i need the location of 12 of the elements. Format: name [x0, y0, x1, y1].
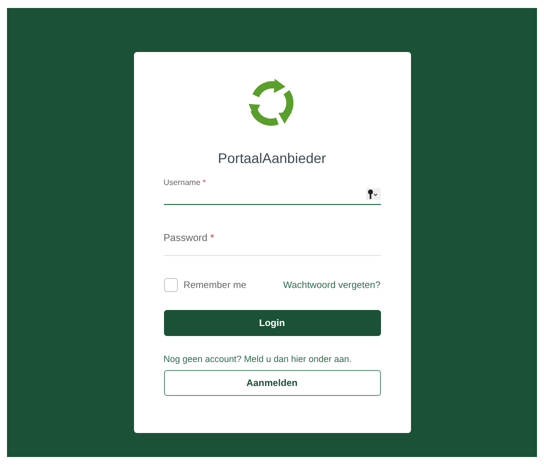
field-label: Username *: [164, 178, 206, 187]
field-label: Password *: [164, 233, 214, 244]
remember-checkbox[interactable]: [164, 278, 178, 292]
app-title: PortaalAanbieder: [216, 150, 328, 166]
signup-prompt: Nog geen account? Meld u dan hier onder aan.: [164, 354, 353, 364]
remember-label: Remember me: [184, 280, 246, 290]
login-button[interactable]: Login: [164, 310, 380, 336]
forgot-password-link[interactable]: Wachtwoord vergeten?: [283, 280, 380, 290]
input-field[interactable]: Password *: [164, 219, 380, 256]
input-field[interactable]: Username *: [164, 178, 380, 205]
key-icon[interactable]: [366, 188, 380, 200]
signup-button[interactable]: Aanmelden: [164, 370, 380, 396]
